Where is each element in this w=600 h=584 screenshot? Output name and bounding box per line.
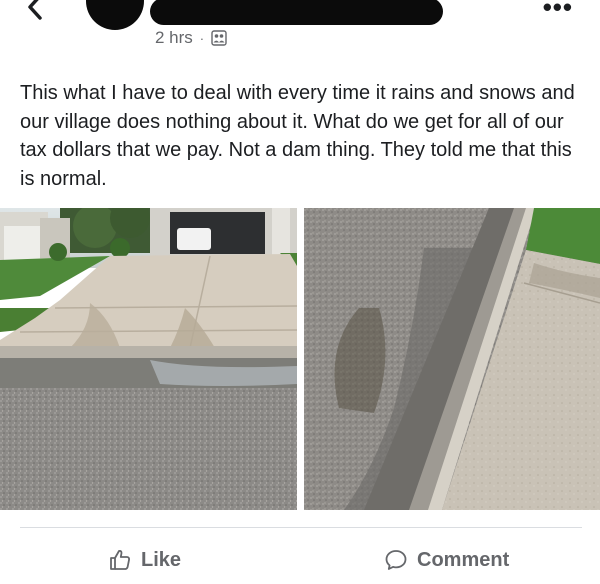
thumbs-up-icon <box>110 550 130 570</box>
friends-icon[interactable] <box>211 30 227 46</box>
comment-bubble-icon <box>385 550 407 570</box>
post-photo-curb[interactable] <box>304 208 600 510</box>
comment-button[interactable]: Comment <box>384 544 509 576</box>
post-text: This what I have to deal with every time… <box>20 82 575 190</box>
author-avatar[interactable] <box>86 0 144 30</box>
post-timestamp[interactable]: 2 hrs <box>155 28 193 48</box>
author-name-redacted[interactable] <box>150 0 443 25</box>
like-button[interactable]: Like <box>108 544 181 576</box>
comment-label: Comment <box>417 548 510 571</box>
like-label: Like <box>141 548 182 571</box>
post-meta: 2 hrs · <box>155 28 227 48</box>
post-photo-driveway[interactable] <box>0 208 297 510</box>
back-chevron-icon[interactable] <box>22 0 48 20</box>
meta-separator: · <box>199 30 205 46</box>
more-options-icon[interactable]: ••• <box>543 0 573 23</box>
action-bar-divider <box>20 527 582 528</box>
post-header: 2 hrs · ••• <box>0 0 600 60</box>
